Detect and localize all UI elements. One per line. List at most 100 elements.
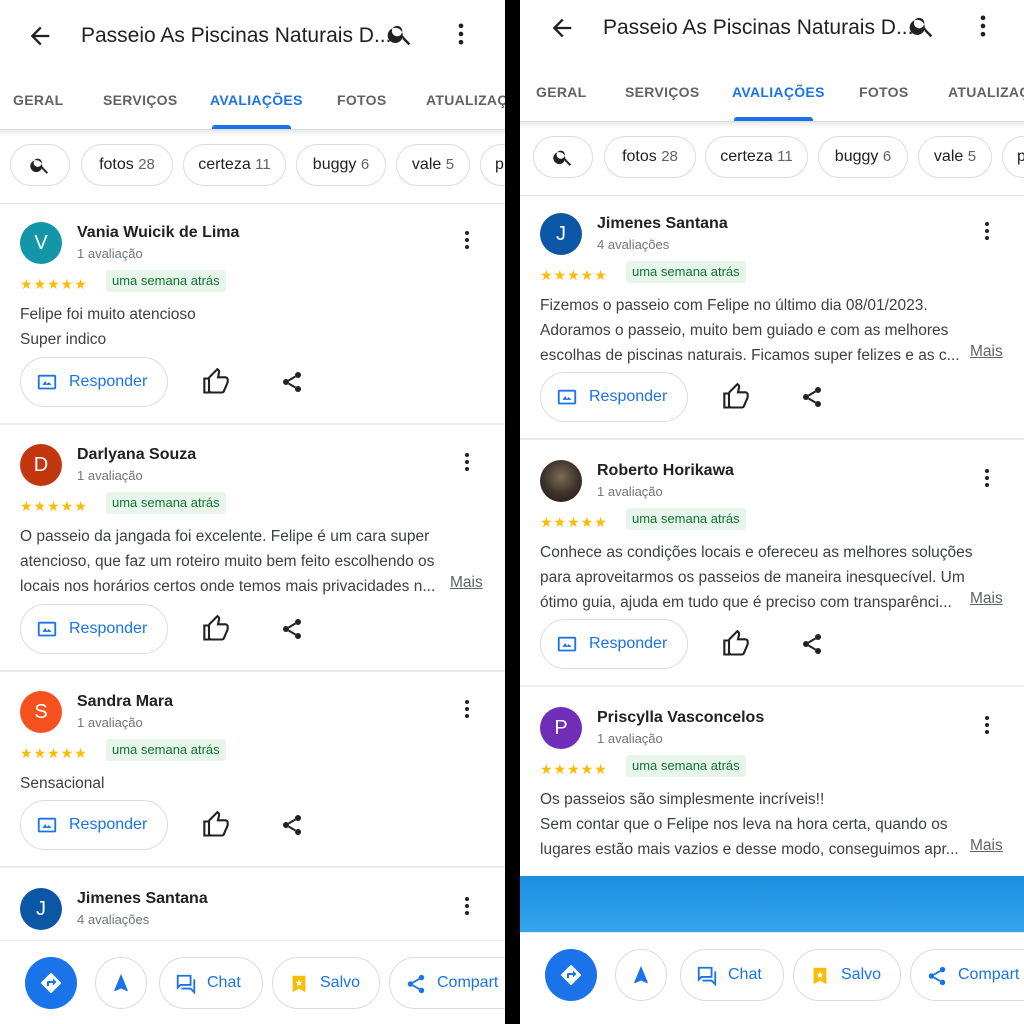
chip-buggy[interactable]: buggy 6 bbox=[296, 144, 386, 186]
review-text: Fizemos o passeio com Felipe no último d… bbox=[540, 297, 960, 364]
thumb-up-icon[interactable] bbox=[722, 630, 750, 658]
share-button[interactable]: Compart bbox=[910, 949, 1024, 1001]
active-tab-indicator bbox=[212, 125, 291, 129]
tab-servicos[interactable]: SERVIÇOS bbox=[625, 84, 700, 100]
share-button[interactable]: Compart bbox=[389, 957, 505, 1009]
reply-button[interactable]: Responder bbox=[20, 357, 168, 407]
review-text: Os passeios são simplesmente incríveis!!… bbox=[540, 791, 959, 858]
more-vert-icon[interactable] bbox=[455, 894, 479, 918]
share-icon bbox=[928, 966, 946, 986]
chip-fotos[interactable]: fotos 28 bbox=[604, 136, 696, 178]
chip-fotos[interactable]: fotos 28 bbox=[81, 144, 173, 186]
search-icon[interactable] bbox=[386, 20, 416, 50]
star-rating: ★★★★★ bbox=[540, 267, 608, 283]
avatar[interactable]: J bbox=[20, 888, 62, 930]
tab-fotos[interactable]: FOTOS bbox=[337, 92, 386, 108]
chip-vale[interactable]: vale 5 bbox=[396, 144, 470, 186]
filter-chips: fotos 28 certeza 11 buggy 6 vale 5 p bbox=[0, 144, 505, 188]
review-time-badge: uma semana atrás bbox=[106, 739, 226, 761]
review-text: Felipe foi muito atencioso Super indico bbox=[20, 306, 196, 348]
chip-search[interactable] bbox=[533, 136, 593, 178]
reviewer-name[interactable]: Vania Wuicik de Lima bbox=[77, 224, 239, 242]
chip-search[interactable] bbox=[10, 144, 70, 186]
chat-icon bbox=[176, 974, 196, 995]
avatar[interactable]: D bbox=[20, 444, 62, 486]
tab-atualizacoes[interactable]: ATUALIZAÇÕ bbox=[948, 84, 1024, 100]
review-time-badge: uma semana atrás bbox=[626, 261, 746, 283]
reply-button[interactable]: Responder bbox=[20, 800, 168, 850]
chip-certeza[interactable]: certeza 11 bbox=[705, 136, 808, 178]
review-text: Conhece as condições locais e ofereceu a… bbox=[540, 544, 973, 611]
tab-atualizacoes[interactable]: ATUALIZAÇÕ bbox=[426, 92, 505, 108]
more-link[interactable]: Mais bbox=[970, 590, 1003, 608]
avatar[interactable]: S bbox=[20, 691, 62, 733]
app-header: Passeio As Piscinas Naturais D... bbox=[520, 0, 1024, 62]
thumb-up-icon[interactable] bbox=[722, 383, 750, 411]
chip-p[interactable]: p bbox=[480, 144, 505, 186]
reply-button[interactable]: Responder bbox=[20, 604, 168, 654]
thumb-up-icon[interactable] bbox=[202, 368, 230, 396]
review-count: 4 avaliações bbox=[77, 912, 150, 927]
more-vert-icon[interactable] bbox=[975, 466, 999, 490]
search-icon[interactable] bbox=[908, 12, 938, 42]
tab-servicos[interactable]: SERVIÇOS bbox=[103, 92, 178, 108]
page-title: Passeio As Piscinas Naturais D... bbox=[603, 16, 914, 39]
share-icon[interactable] bbox=[280, 370, 304, 394]
reply-icon bbox=[557, 389, 577, 405]
more-vert-icon[interactable] bbox=[969, 12, 999, 42]
chip-p[interactable]: p bbox=[1002, 136, 1024, 178]
review-count: 1 avaliação bbox=[77, 715, 143, 730]
more-vert-icon[interactable] bbox=[975, 713, 999, 737]
reviewer-name[interactable]: Jimenes Santana bbox=[77, 890, 208, 908]
chip-certeza[interactable]: certeza 11 bbox=[183, 144, 286, 186]
directions-button[interactable] bbox=[25, 957, 77, 1009]
reviewer-name[interactable]: Darlyana Souza bbox=[77, 446, 196, 464]
reviewer-name[interactable]: Jimenes Santana bbox=[597, 215, 728, 233]
search-icon bbox=[553, 150, 572, 166]
more-vert-icon[interactable] bbox=[455, 228, 479, 252]
saved-button[interactable]: Salvo bbox=[272, 957, 380, 1009]
chat-button[interactable]: Chat bbox=[159, 957, 263, 1009]
more-vert-icon[interactable] bbox=[455, 450, 479, 474]
share-icon[interactable] bbox=[800, 632, 824, 656]
tab-geral[interactable]: GERAL bbox=[536, 84, 587, 100]
more-link[interactable]: Mais bbox=[970, 837, 1003, 855]
chip-buggy[interactable]: buggy 6 bbox=[818, 136, 908, 178]
more-vert-icon[interactable] bbox=[975, 219, 999, 243]
start-navigation-button[interactable] bbox=[95, 957, 147, 1009]
back-arrow-icon[interactable] bbox=[26, 22, 54, 50]
reviewer-name[interactable]: Priscylla Vasconcelos bbox=[597, 709, 764, 727]
reviewer-name[interactable]: Roberto Horikawa bbox=[597, 462, 734, 480]
reply-icon bbox=[37, 817, 57, 833]
share-icon[interactable] bbox=[280, 813, 304, 837]
saved-button[interactable]: Salvo bbox=[793, 949, 901, 1001]
star-rating: ★★★★★ bbox=[20, 276, 88, 292]
reply-button[interactable]: Responder bbox=[540, 372, 688, 422]
avatar[interactable]: P bbox=[540, 707, 582, 749]
share-icon[interactable] bbox=[280, 617, 304, 641]
more-link[interactable]: Mais bbox=[970, 343, 1003, 361]
reply-button[interactable]: Responder bbox=[540, 619, 688, 669]
chat-button[interactable]: Chat bbox=[680, 949, 784, 1001]
back-arrow-icon[interactable] bbox=[548, 14, 576, 42]
tab-avaliacoes[interactable]: AVALIAÇÕES bbox=[210, 92, 303, 108]
tab-bar: GERAL SERVIÇOS AVALIAÇÕES FOTOS ATUALIZA… bbox=[0, 78, 505, 130]
directions-icon bbox=[561, 965, 581, 985]
reviewer-name[interactable]: Sandra Mara bbox=[77, 693, 173, 711]
chip-vale[interactable]: vale 5 bbox=[918, 136, 992, 178]
tab-avaliacoes[interactable]: AVALIAÇÕES bbox=[732, 84, 825, 100]
directions-button[interactable] bbox=[545, 949, 597, 1001]
avatar-photo[interactable] bbox=[540, 460, 582, 502]
more-vert-icon[interactable] bbox=[447, 20, 477, 50]
tab-fotos[interactable]: FOTOS bbox=[859, 84, 908, 100]
start-navigation-button[interactable] bbox=[615, 949, 667, 1001]
tab-geral[interactable]: GERAL bbox=[13, 92, 64, 108]
avatar[interactable]: V bbox=[20, 222, 62, 264]
more-vert-icon[interactable] bbox=[455, 697, 479, 721]
thumb-up-icon[interactable] bbox=[202, 615, 230, 643]
share-icon[interactable] bbox=[800, 385, 824, 409]
thumb-up-icon[interactable] bbox=[202, 811, 230, 839]
more-link[interactable]: Mais bbox=[450, 574, 483, 592]
avatar[interactable]: J bbox=[540, 213, 582, 255]
review-text: Sensacional bbox=[20, 775, 105, 792]
